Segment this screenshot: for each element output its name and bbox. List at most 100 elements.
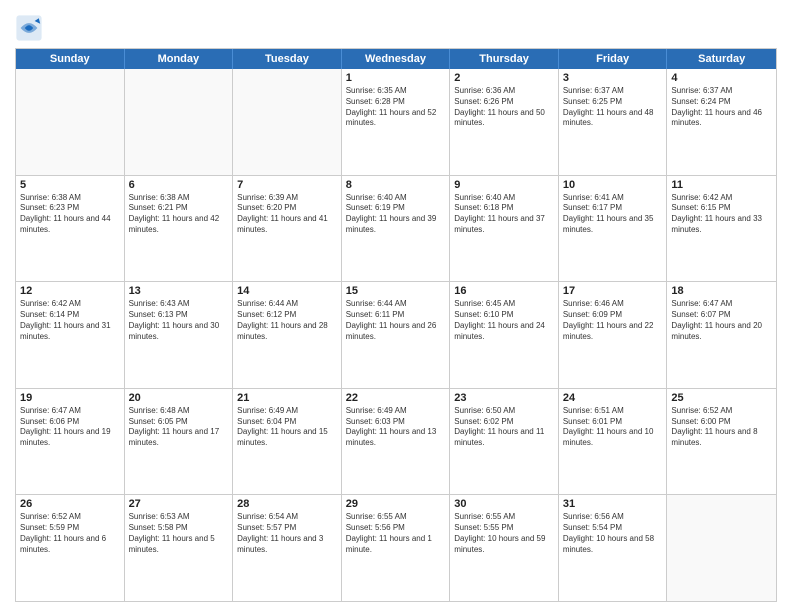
header-day-tuesday: Tuesday [233,49,342,69]
cell-info: Sunrise: 6:38 AMSunset: 6:21 PMDaylight:… [129,193,229,236]
cell-info: Sunrise: 6:42 AMSunset: 6:14 PMDaylight:… [20,299,120,342]
day-number: 24 [563,392,663,404]
cell-info: Sunrise: 6:52 AMSunset: 5:59 PMDaylight:… [20,512,120,555]
cell-info: Sunrise: 6:47 AMSunset: 6:06 PMDaylight:… [20,406,120,449]
cell-info: Sunrise: 6:37 AMSunset: 6:25 PMDaylight:… [563,86,663,129]
calendar-header: SundayMondayTuesdayWednesdayThursdayFrid… [16,49,776,69]
cell-info: Sunrise: 6:40 AMSunset: 6:18 PMDaylight:… [454,193,554,236]
day-number: 4 [671,72,772,84]
calendar-cell-4: 4Sunrise: 6:37 AMSunset: 6:24 PMDaylight… [667,69,776,175]
header-day-thursday: Thursday [450,49,559,69]
header-day-sunday: Sunday [16,49,125,69]
cell-info: Sunrise: 6:49 AMSunset: 6:03 PMDaylight:… [346,406,446,449]
day-number: 30 [454,498,554,510]
day-number: 26 [20,498,120,510]
calendar-cell-8: 8 Sunrise: 6:40 AMSunset: 6:19 PMDaylight… [342,176,451,282]
header-day-friday: Friday [559,49,668,69]
calendar-cell-28: 28 Sunrise: 6:54 AMSunset: 5:57 PMDayligh… [233,495,342,601]
calendar-cell-10: 10 Sunrise: 6:41 AMSunset: 6:17 PMDayligh… [559,176,668,282]
day-number: 21 [237,392,337,404]
calendar: SundayMondayTuesdayWednesdayThursdayFrid… [15,48,777,602]
calendar-cell-24: 24 Sunrise: 6:51 AMSunset: 6:01 PMDayligh… [559,389,668,495]
day-number: 1 [346,72,446,84]
calendar-row-1: 5Sunrise: 6:38 AMSunset: 6:23 PMDaylight… [16,176,776,283]
day-number: 19 [20,392,120,404]
calendar-cell-31: 31 Sunrise: 6:56 AMSunset: 5:54 PMDayligh… [559,495,668,601]
calendar-cell-2: 2Sunrise: 6:36 AMSunset: 6:26 PMDaylight… [450,69,559,175]
cell-info: Sunrise: 6:38 AMSunset: 6:23 PMDaylight:… [20,193,120,236]
cell-info: Sunrise: 6:49 AMSunset: 6:04 PMDaylight:… [237,406,337,449]
calendar-cell-7: 7 Sunrise: 6:39 AMSunset: 6:20 PMDaylight… [233,176,342,282]
cell-info: Sunrise: 6:40 AMSunset: 6:19 PMDaylight:… [346,193,446,236]
day-number: 22 [346,392,446,404]
day-number: 29 [346,498,446,510]
calendar-cell-11: 11 Sunrise: 6:42 AMSunset: 6:15 PMDayligh… [667,176,776,282]
header-day-monday: Monday [125,49,234,69]
calendar-row-2: 12Sunrise: 6:42 AMSunset: 6:14 PMDayligh… [16,282,776,389]
header-day-saturday: Saturday [667,49,776,69]
cell-info: Sunrise: 6:52 AMSunset: 6:00 PMDaylight:… [671,406,772,449]
cell-info: Sunrise: 6:42 AMSunset: 6:15 PMDaylight:… [671,193,772,236]
calendar-cell-18: 18Sunrise: 6:47 AMSunset: 6:07 PMDayligh… [667,282,776,388]
calendar-cell-15: 15 Sunrise: 6:44 AMSunset: 6:11 PMDayligh… [342,282,451,388]
calendar-body: 1Sunrise: 6:35 AMSunset: 6:28 PMDaylight… [16,69,776,601]
calendar-cell-17: 17 Sunrise: 6:46 AMSunset: 6:09 PMDayligh… [559,282,668,388]
day-number: 28 [237,498,337,510]
day-number: 3 [563,72,663,84]
calendar-cell-9: 9 Sunrise: 6:40 AMSunset: 6:18 PMDaylight… [450,176,559,282]
logo-icon [15,14,43,42]
day-number: 7 [237,179,337,191]
cell-info: Sunrise: 6:50 AMSunset: 6:02 PMDaylight:… [454,406,554,449]
calendar-cell-empty-0-0 [16,69,125,175]
cell-info: Sunrise: 6:48 AMSunset: 6:05 PMDaylight:… [129,406,229,449]
day-number: 9 [454,179,554,191]
calendar-row-3: 19 Sunrise: 6:47 AMSunset: 6:06 PMDayligh… [16,389,776,496]
cell-info: Sunrise: 6:43 AMSunset: 6:13 PMDaylight:… [129,299,229,342]
day-number: 10 [563,179,663,191]
day-number: 31 [563,498,663,510]
calendar-cell-20: 20 Sunrise: 6:48 AMSunset: 6:05 PMDayligh… [125,389,234,495]
calendar-cell-13: 13 Sunrise: 6:43 AMSunset: 6:13 PMDayligh… [125,282,234,388]
calendar-cell-19: 19 Sunrise: 6:47 AMSunset: 6:06 PMDayligh… [16,389,125,495]
day-number: 15 [346,285,446,297]
calendar-cell-5: 5Sunrise: 6:38 AMSunset: 6:23 PMDaylight… [16,176,125,282]
day-number: 17 [563,285,663,297]
day-number: 13 [129,285,229,297]
calendar-row-4: 26 Sunrise: 6:52 AMSunset: 5:59 PMDayligh… [16,495,776,601]
day-number: 11 [671,179,772,191]
page: SundayMondayTuesdayWednesdayThursdayFrid… [0,0,792,612]
calendar-cell-14: 14Sunrise: 6:44 AMSunset: 6:12 PMDayligh… [233,282,342,388]
calendar-cell-27: 27 Sunrise: 6:53 AMSunset: 5:58 PMDayligh… [125,495,234,601]
day-number: 16 [454,285,554,297]
cell-info: Sunrise: 6:55 AMSunset: 5:55 PMDaylight:… [454,512,554,555]
calendar-cell-23: 23 Sunrise: 6:50 AMSunset: 6:02 PMDayligh… [450,389,559,495]
cell-info: Sunrise: 6:46 AMSunset: 6:09 PMDaylight:… [563,299,663,342]
cell-info: Sunrise: 6:55 AMSunset: 5:56 PMDaylight:… [346,512,446,555]
calendar-cell-empty-0-2 [233,69,342,175]
calendar-cell-3: 3 Sunrise: 6:37 AMSunset: 6:25 PMDaylight… [559,69,668,175]
day-number: 6 [129,179,229,191]
day-number: 25 [671,392,772,404]
calendar-cell-29: 29 Sunrise: 6:55 AMSunset: 5:56 PMDayligh… [342,495,451,601]
day-number: 23 [454,392,554,404]
calendar-row-0: 1Sunrise: 6:35 AMSunset: 6:28 PMDaylight… [16,69,776,176]
cell-info: Sunrise: 6:53 AMSunset: 5:58 PMDaylight:… [129,512,229,555]
day-number: 14 [237,285,337,297]
cell-info: Sunrise: 6:47 AMSunset: 6:07 PMDaylight:… [671,299,772,342]
cell-info: Sunrise: 6:39 AMSunset: 6:20 PMDaylight:… [237,193,337,236]
cell-info: Sunrise: 6:56 AMSunset: 5:54 PMDaylight:… [563,512,663,555]
calendar-cell-30: 30 Sunrise: 6:55 AMSunset: 5:55 PMDayligh… [450,495,559,601]
calendar-cell-1: 1Sunrise: 6:35 AMSunset: 6:28 PMDaylight… [342,69,451,175]
calendar-cell-6: 6 Sunrise: 6:38 AMSunset: 6:21 PMDaylight… [125,176,234,282]
day-number: 20 [129,392,229,404]
day-number: 27 [129,498,229,510]
cell-info: Sunrise: 6:51 AMSunset: 6:01 PMDaylight:… [563,406,663,449]
cell-info: Sunrise: 6:54 AMSunset: 5:57 PMDaylight:… [237,512,337,555]
cell-info: Sunrise: 6:36 AMSunset: 6:26 PMDaylight:… [454,86,554,129]
calendar-cell-16: 16Sunrise: 6:45 AMSunset: 6:10 PMDayligh… [450,282,559,388]
calendar-cell-empty-4-6 [667,495,776,601]
cell-info: Sunrise: 6:44 AMSunset: 6:11 PMDaylight:… [346,299,446,342]
day-number: 8 [346,179,446,191]
header-day-wednesday: Wednesday [342,49,451,69]
cell-info: Sunrise: 6:41 AMSunset: 6:17 PMDaylight:… [563,193,663,236]
